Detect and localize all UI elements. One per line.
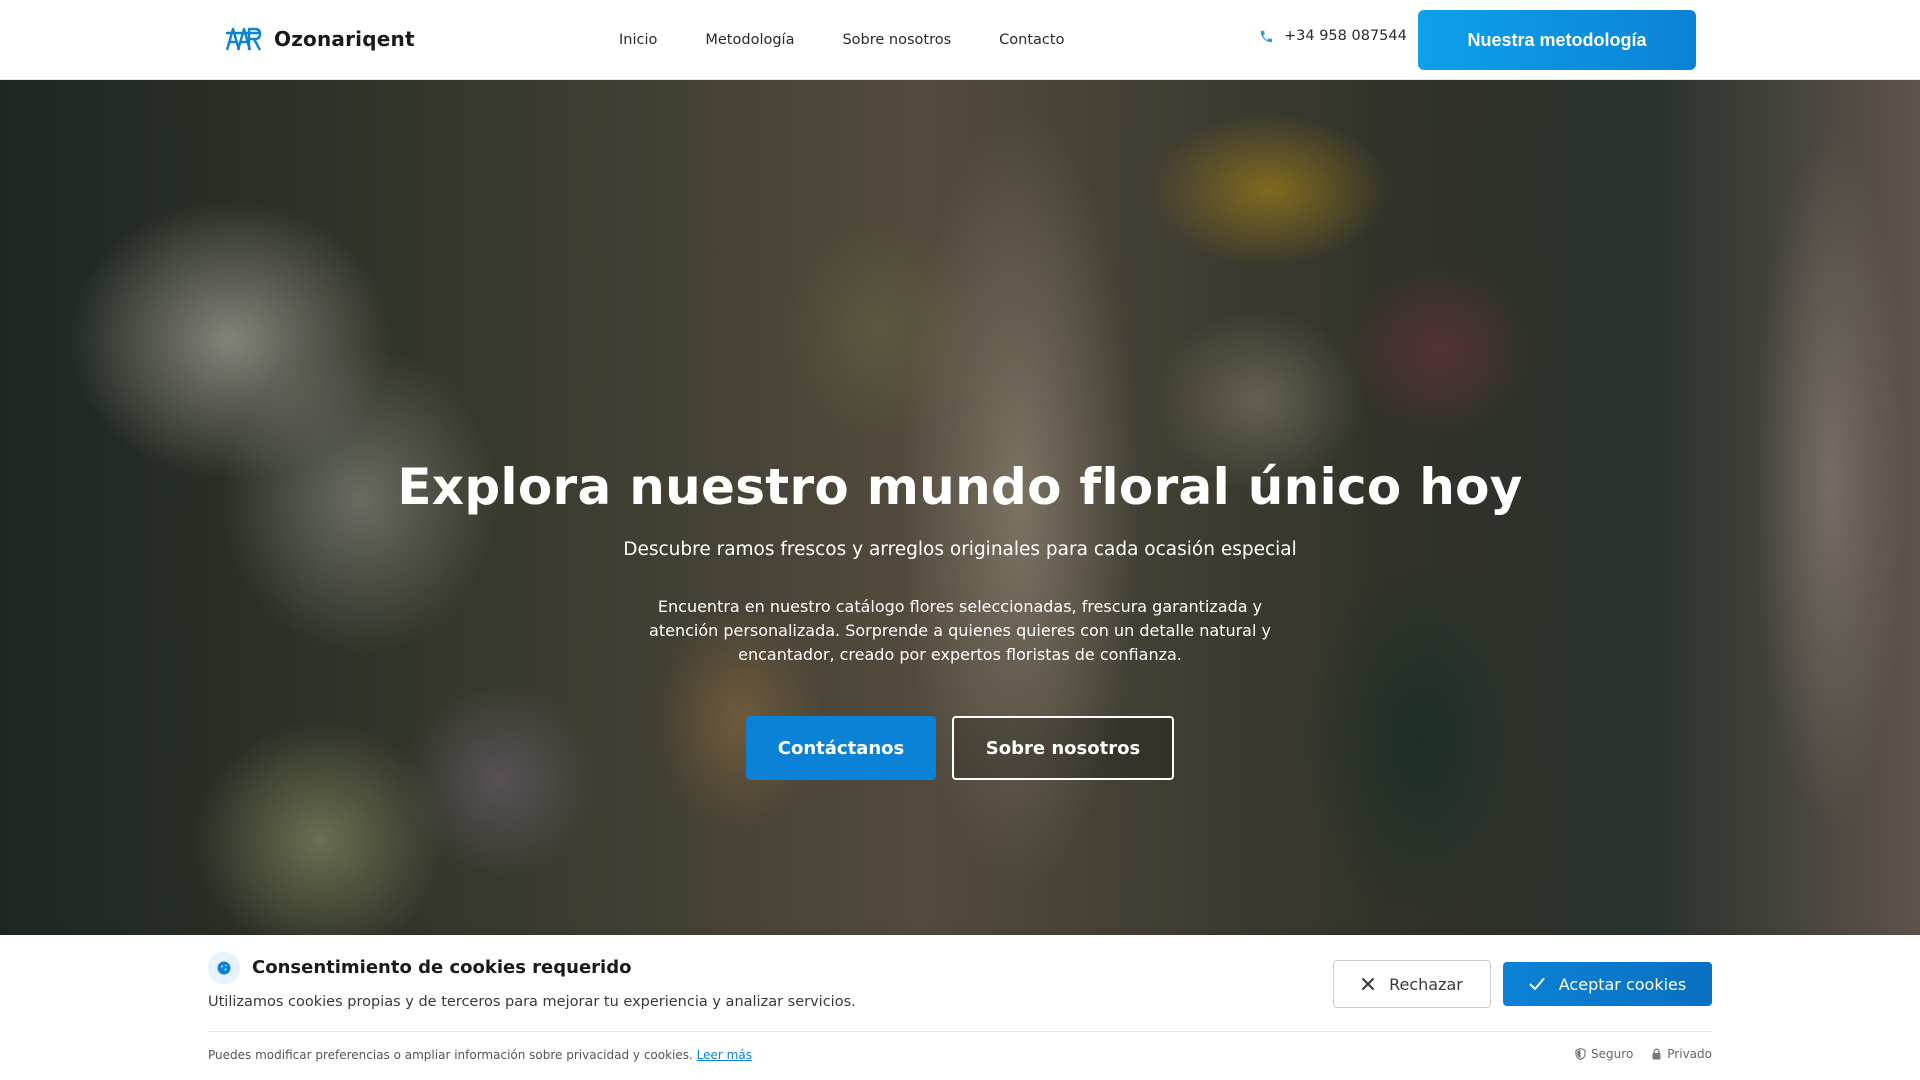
nav-item-sobre-nosotros[interactable]: Sobre nosotros <box>842 32 951 48</box>
nav-item-inicio[interactable]: Inicio <box>619 32 657 48</box>
private-badge: Privado <box>1651 1047 1712 1061</box>
contact-button[interactable]: Contáctanos <box>746 716 936 780</box>
private-label: Privado <box>1667 1047 1712 1061</box>
hero-description: Encuentra en nuestro catálogo flores sel… <box>649 597 1271 664</box>
read-more-link[interactable]: Leer más <box>697 1048 752 1062</box>
nav-item-contacto[interactable]: Contacto <box>999 32 1064 48</box>
phone-icon <box>1260 30 1273 42</box>
cookie-trust-badges: Seguro Privado <box>1575 1047 1712 1061</box>
main-nav: Inicio Metodología Sobre nosotros Contac… <box>619 0 1064 80</box>
nav-item-metodologia[interactable]: Metodología <box>705 32 794 48</box>
brand-logo[interactable]: Ozonariqent <box>224 24 415 54</box>
accept-cookies-button[interactable]: Aceptar cookies <box>1503 962 1712 1006</box>
secure-label: Seguro <box>1591 1047 1634 1061</box>
cookie-footer-text: Puedes modificar preferencias o ampliar … <box>208 1048 693 1062</box>
brand-name: Ozonariqent <box>274 27 415 51</box>
methodology-cta-button[interactable]: Nuestra metodología <box>1418 10 1696 70</box>
accept-label: Aceptar cookies <box>1558 974 1687 994</box>
cookie-footer-note: Puedes modificar preferencias o ampliar … <box>208 1048 752 1062</box>
cookie-title: Consentimiento de cookies requerido <box>252 957 632 978</box>
lock-icon <box>1652 1048 1661 1060</box>
hero-title: Explora nuestro mundo floral único hoy <box>397 458 1523 516</box>
hero-section: Explora nuestro mundo floral único hoy D… <box>0 80 1920 935</box>
cookie-consent-banner: Consentimiento de cookies requerido Util… <box>0 935 1920 1080</box>
reject-label: Rechazar <box>1389 974 1463 994</box>
cookie-divider <box>208 1031 1712 1032</box>
reject-cookies-button[interactable]: Rechazar <box>1333 960 1491 1008</box>
cookie-description: Utilizamos cookies propias y de terceros… <box>208 994 856 1010</box>
cookie-icon <box>208 952 240 984</box>
shield-icon <box>1575 1048 1586 1060</box>
close-icon <box>1362 978 1375 990</box>
site-header: Ozonariqent Inicio Metodología Sobre nos… <box>0 0 1920 80</box>
brand-logo-icon <box>225 27 262 51</box>
about-us-button[interactable]: Sobre nosotros <box>952 716 1174 780</box>
phone-number: +34 958 087544 <box>1284 28 1407 44</box>
check-icon <box>1529 978 1545 990</box>
secure-badge: Seguro <box>1575 1047 1633 1061</box>
header-phone[interactable]: +34 958 087544 <box>1259 28 1407 44</box>
hero-subtitle: Descubre ramos frescos y arreglos origin… <box>623 539 1297 560</box>
